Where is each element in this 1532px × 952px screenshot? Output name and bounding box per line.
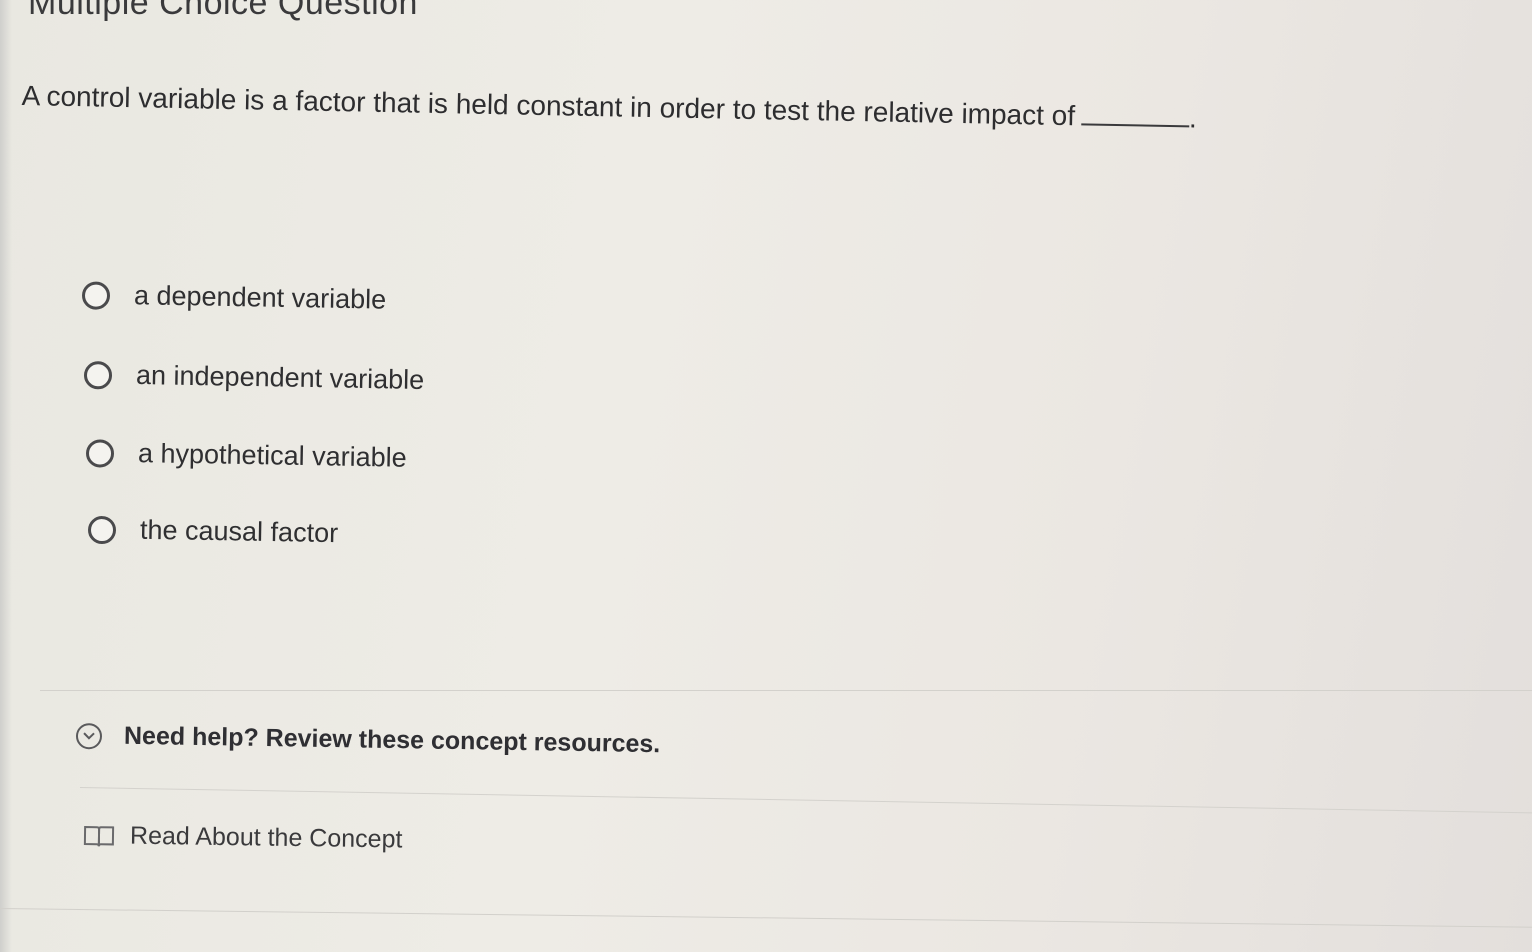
radio-button-icon[interactable] <box>83 360 113 390</box>
option-label: a dependent variable <box>133 280 387 315</box>
answer-blank <box>1080 123 1189 128</box>
help-toggle-label: Need help? Review these concept resource… <box>123 721 661 759</box>
option-d[interactable]: the causal factor <box>87 514 339 549</box>
question-type-title: Multiple Choice Question <box>28 0 418 22</box>
concept-help-panel: Need help? Review these concept resource… <box>40 690 1532 931</box>
question-end-punctuation: . <box>1188 102 1198 134</box>
question-prompt: A control variable is a factor that is h… <box>21 76 1442 143</box>
screen-edge <box>0 0 12 952</box>
option-a[interactable]: a dependent variable <box>81 279 387 315</box>
chevron-down-icon[interactable] <box>75 722 103 749</box>
radio-button-icon[interactable] <box>85 438 115 468</box>
help-toggle[interactable]: Need help? Review these concept resource… <box>75 721 661 759</box>
book-icon <box>82 823 116 849</box>
question-text: A control variable is a factor that is h… <box>21 79 1076 132</box>
resource-read-concept[interactable]: Read About the Concept <box>82 821 403 854</box>
option-label: a hypothetical variable <box>137 438 407 473</box>
resource-link-label: Read About the Concept <box>129 821 403 854</box>
option-b[interactable]: an independent variable <box>83 359 425 396</box>
option-c[interactable]: a hypothetical variable <box>85 437 407 474</box>
option-label: an independent variable <box>135 359 425 395</box>
option-label: the causal factor <box>139 514 339 549</box>
radio-button-icon[interactable] <box>81 280 111 310</box>
radio-button-icon[interactable] <box>87 515 117 544</box>
divider <box>79 787 1532 814</box>
